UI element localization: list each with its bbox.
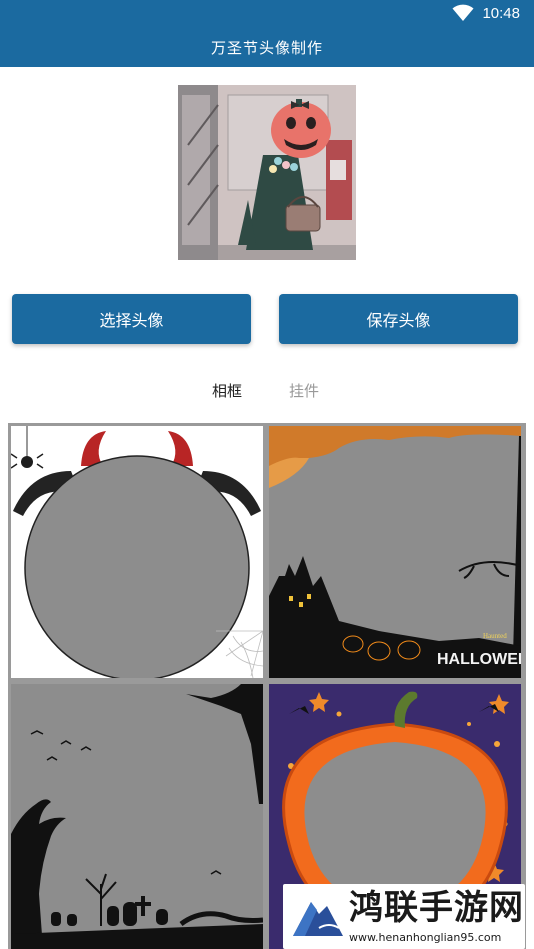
status-icons: 10:48 bbox=[452, 4, 520, 22]
watermark-brand: 鸿联手游网 bbox=[349, 888, 524, 928]
frame-haunted-house[interactable]: Haunted HALLOWEEN bbox=[269, 426, 521, 678]
save-avatar-button[interactable]: 保存头像 bbox=[279, 294, 518, 344]
select-avatar-button[interactable]: 选择头像 bbox=[12, 294, 251, 344]
frame-grid: Haunted HALLOWEEN bbox=[8, 423, 526, 949]
tab-pendants[interactable]: 挂件 bbox=[289, 380, 319, 401]
tab-frames[interactable]: 相框 bbox=[212, 380, 242, 401]
brand-logo-icon bbox=[289, 888, 345, 944]
watermark-url: www.henanhonglian95.com bbox=[349, 931, 502, 944]
status-time: 10:48 bbox=[482, 4, 520, 22]
avatar-preview-image bbox=[178, 85, 356, 260]
halloween-sign: HALLOWEEN bbox=[437, 651, 521, 668]
tab-bar: 相框 挂件 bbox=[0, 376, 534, 404]
haunted-sign: Haunted bbox=[483, 632, 507, 640]
app-bar: 万圣节头像制作 bbox=[0, 28, 534, 67]
wifi-icon bbox=[452, 4, 474, 21]
watermark: 鸿联手游网 www.henanhonglian95.com bbox=[283, 884, 525, 949]
status-bar: 10:48 bbox=[0, 0, 534, 28]
frame-graveyard[interactable] bbox=[11, 684, 263, 949]
page-title: 万圣节头像制作 bbox=[210, 39, 323, 57]
frame-devil-bat[interactable] bbox=[11, 426, 263, 678]
